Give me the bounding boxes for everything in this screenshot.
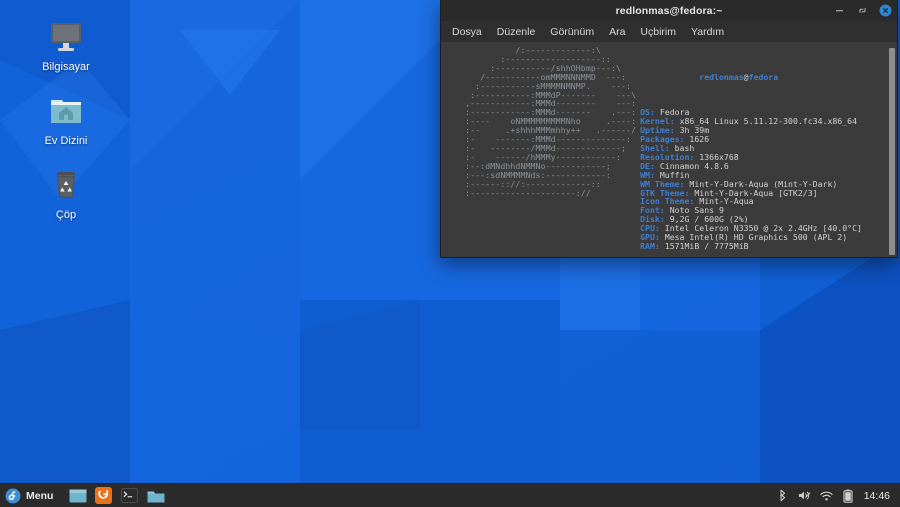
neofetch-row: RAM: 1571MiB / 7775MiB [640,242,862,251]
minimize-icon[interactable] [833,4,846,17]
home-folder-icon [46,92,86,130]
desktop-icon-ev-dizini[interactable]: Ev Dizini [28,92,104,147]
menu-item-ara[interactable]: Ara [609,26,625,38]
neofetch-key: RAM: [640,241,660,251]
battery-icon[interactable] [842,489,855,503]
terminal-menubar: Dosya Düzenle Görünüm Ara Uçbirim Yardım [441,21,897,42]
terminal-icon[interactable] [120,486,139,505]
desktop-icon-label: Çöp [56,209,76,221]
file-manager-icon[interactable] [146,486,165,505]
menu-button-label: Menu [26,490,53,502]
menu-button[interactable]: Menu [0,484,61,507]
desktop-icon-cop[interactable]: Çöp [28,166,104,221]
fedora-logo-icon [5,488,21,504]
menu-item-ucbirim[interactable]: Uçbirim [640,26,676,38]
volume-muted-icon[interactable] [798,489,811,503]
terminal-output: /:-------------:\ :-------------------::… [441,46,888,257]
taskbar-left-group: Menu [0,484,165,507]
computer-monitor-icon [46,18,86,56]
neofetch-output: /:-------------:\ :-------------------::… [441,46,888,257]
system-tray: 14:46 [776,484,900,507]
terminal-scrollbar[interactable] [888,46,897,257]
taskbar-launchers [68,486,165,505]
terminal-window[interactable]: redlonmas@fedora:~ Dosya Düzenle Görünüm… [440,0,898,258]
firefox-icon[interactable] [94,486,113,505]
trash-recycle-icon [46,166,86,204]
menu-item-yardim[interactable]: Yardım [691,26,724,38]
terminal-body[interactable]: /:-------------:\ :-------------------::… [441,42,897,257]
neofetch-host: fedora [749,72,779,82]
desktop-icon-bilgisayar[interactable]: Bilgisayar [28,18,104,73]
linux-mint-ascii-logo: /:-------------:\ :-------------------::… [441,46,636,257]
close-icon[interactable] [879,4,892,17]
menu-item-gorunum[interactable]: Görünüm [550,26,594,38]
neofetch-user: redlonmas [699,72,743,82]
desktop-icon-area: Bilgisayar Ev Dizini Çöp [28,18,104,221]
desktop-icon-label: Ev Dizini [45,135,88,147]
bluetooth-icon[interactable] [776,489,789,503]
window-title: redlonmas@fedora:~ [616,5,723,17]
window-list-icon[interactable] [68,486,87,505]
wifi-icon[interactable] [820,489,833,503]
desktop-icon-label: Bilgisayar [42,61,90,73]
window-controls [833,0,892,21]
neofetch-info-block: redlonmas@fedora OS: FedoraKernel: x86_6… [636,46,862,257]
neofetch-value: 1571MiB / 7775MiB [660,241,749,251]
maximize-icon[interactable] [856,4,869,17]
scrollbar-thumb[interactable] [889,48,895,255]
window-titlebar[interactable]: redlonmas@fedora:~ [441,0,897,21]
taskbar: Menu [0,483,900,507]
neofetch-lines: OS: FedoraKernel: x86_64 Linux 5.11.12-3… [640,108,862,251]
menu-item-dosya[interactable]: Dosya [452,26,482,38]
taskbar-clock[interactable]: 14:46 [864,490,890,502]
menu-item-duzenle[interactable]: Düzenle [497,26,536,38]
neofetch-userhost: redlonmas@fedora [640,64,862,91]
